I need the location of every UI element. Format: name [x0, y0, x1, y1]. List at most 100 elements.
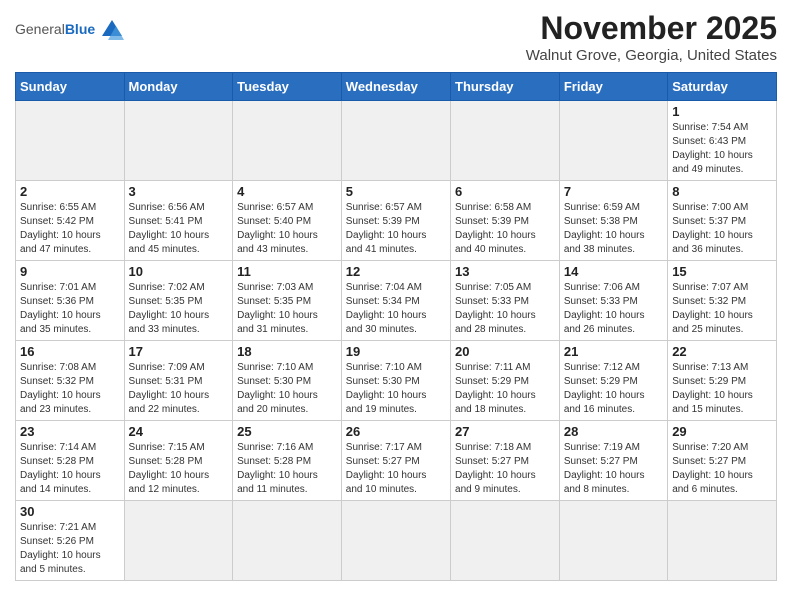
day-info: Sunrise: 7:10 AM Sunset: 5:30 PM Dayligh…: [237, 361, 337, 417]
calendar-cell: 12 Sunrise: 7:04 AM Sunset: 5:34 PM Dayli…: [341, 261, 450, 341]
day-number: 15: [672, 264, 772, 279]
day-info: Sunrise: 7:02 AM Sunset: 5:35 PM Dayligh…: [129, 281, 229, 337]
day-number: 21: [564, 344, 663, 359]
calendar-cell: [451, 501, 560, 581]
calendar-cell: [124, 501, 233, 581]
calendar-cell: 6 Sunrise: 6:58 AM Sunset: 5:39 PM Daylig…: [451, 181, 560, 261]
day-info: Sunrise: 6:55 AM Sunset: 5:42 PM Dayligh…: [20, 201, 120, 257]
day-number: 25: [237, 424, 337, 439]
calendar-cell: [559, 501, 667, 581]
calendar-cell: 4 Sunrise: 6:57 AM Sunset: 5:40 PM Daylig…: [233, 181, 342, 261]
calendar-week-5: 30 Sunrise: 7:21 AM Sunset: 5:26 PM Dayli…: [16, 501, 777, 581]
calendar-cell: 3 Sunrise: 6:56 AM Sunset: 5:41 PM Daylig…: [124, 181, 233, 261]
calendar-week-3: 16Sunrise: 7:08 AM Sunset: 5:32 PM Dayli…: [16, 341, 777, 421]
day-number: 17: [129, 344, 229, 359]
calendar-cell: 10 Sunrise: 7:02 AM Sunset: 5:35 PM Dayli…: [124, 261, 233, 341]
day-info: Sunrise: 7:14 AM Sunset: 5:28 PM Dayligh…: [20, 441, 120, 497]
day-number: 6: [455, 184, 555, 199]
day-info: Sunrise: 7:03 AM Sunset: 5:35 PM Dayligh…: [237, 281, 337, 337]
calendar-cell: 26 Sunrise: 7:17 AM Sunset: 5:27 PM Dayli…: [341, 421, 450, 501]
day-info: Sunrise: 7:12 AM Sunset: 5:29 PM Dayligh…: [564, 361, 663, 417]
day-number: 18: [237, 344, 337, 359]
logo-general: General: [15, 21, 65, 37]
day-number: 2: [20, 184, 120, 199]
day-number: 19: [346, 344, 446, 359]
day-info: Sunrise: 6:58 AM Sunset: 5:39 PM Dayligh…: [455, 201, 555, 257]
calendar-header-friday: Friday: [559, 73, 667, 101]
day-info: Sunrise: 7:05 AM Sunset: 5:33 PM Dayligh…: [455, 281, 555, 337]
day-number: 29: [672, 424, 772, 439]
day-number: 13: [455, 264, 555, 279]
day-info: Sunrise: 7:54 AM Sunset: 6:43 PM Dayligh…: [672, 121, 772, 177]
day-number: 12: [346, 264, 446, 279]
calendar-cell: 20Sunrise: 7:11 AM Sunset: 5:29 PM Dayli…: [451, 341, 560, 421]
day-info: Sunrise: 7:18 AM Sunset: 5:27 PM Dayligh…: [455, 441, 555, 497]
day-number: 10: [129, 264, 229, 279]
calendar-cell: 19 Sunrise: 7:10 AM Sunset: 5:30 PM Dayli…: [341, 341, 450, 421]
calendar-cell: 24 Sunrise: 7:15 AM Sunset: 5:28 PM Dayli…: [124, 421, 233, 501]
day-info: Sunrise: 7:04 AM Sunset: 5:34 PM Dayligh…: [346, 281, 446, 337]
day-number: 4: [237, 184, 337, 199]
day-number: 24: [129, 424, 229, 439]
day-number: 26: [346, 424, 446, 439]
day-info: Sunrise: 7:07 AM Sunset: 5:32 PM Dayligh…: [672, 281, 772, 337]
calendar-cell: 16Sunrise: 7:08 AM Sunset: 5:32 PM Dayli…: [16, 341, 125, 421]
day-number: 7: [564, 184, 663, 199]
day-info: Sunrise: 7:11 AM Sunset: 5:29 PM Dayligh…: [455, 361, 555, 417]
day-number: 5: [346, 184, 446, 199]
calendar-cell: [124, 101, 233, 181]
day-number: 27: [455, 424, 555, 439]
calendar-cell: 29Sunrise: 7:20 AM Sunset: 5:27 PM Dayli…: [668, 421, 777, 501]
calendar-cell: 5 Sunrise: 6:57 AM Sunset: 5:39 PM Daylig…: [341, 181, 450, 261]
calendar-cell: 13 Sunrise: 7:05 AM Sunset: 5:33 PM Dayli…: [451, 261, 560, 341]
day-info: Sunrise: 7:15 AM Sunset: 5:28 PM Dayligh…: [129, 441, 229, 497]
day-info: Sunrise: 7:13 AM Sunset: 5:29 PM Dayligh…: [672, 361, 772, 417]
day-info: Sunrise: 6:57 AM Sunset: 5:39 PM Dayligh…: [346, 201, 446, 257]
calendar-week-0: 1 Sunrise: 7:54 AM Sunset: 6:43 PM Daylig…: [16, 101, 777, 181]
calendar-cell: [559, 101, 667, 181]
day-info: Sunrise: 6:56 AM Sunset: 5:41 PM Dayligh…: [129, 201, 229, 257]
day-info: Sunrise: 7:09 AM Sunset: 5:31 PM Dayligh…: [129, 361, 229, 417]
calendar-header-sunday: Sunday: [16, 73, 125, 101]
day-info: Sunrise: 6:57 AM Sunset: 5:40 PM Dayligh…: [237, 201, 337, 257]
calendar-header-row: SundayMondayTuesdayWednesdayThursdayFrid…: [16, 73, 777, 101]
title-section: November 2025 Walnut Grove, Georgia, Uni…: [526, 10, 777, 64]
calendar-header-saturday: Saturday: [668, 73, 777, 101]
day-info: Sunrise: 7:01 AM Sunset: 5:36 PM Dayligh…: [20, 281, 120, 337]
calendar-cell: 14Sunrise: 7:06 AM Sunset: 5:33 PM Dayli…: [559, 261, 667, 341]
day-number: 3: [129, 184, 229, 199]
day-number: 8: [672, 184, 772, 199]
calendar-cell: 9 Sunrise: 7:01 AM Sunset: 5:36 PM Daylig…: [16, 261, 125, 341]
calendar-header-tuesday: Tuesday: [233, 73, 342, 101]
header: GeneralBlue November 2025 Walnut Grove, …: [15, 10, 777, 64]
day-number: 23: [20, 424, 120, 439]
calendar-cell: 22Sunrise: 7:13 AM Sunset: 5:29 PM Dayli…: [668, 341, 777, 421]
day-info: Sunrise: 7:10 AM Sunset: 5:30 PM Dayligh…: [346, 361, 446, 417]
day-info: Sunrise: 7:17 AM Sunset: 5:27 PM Dayligh…: [346, 441, 446, 497]
calendar-cell: 23 Sunrise: 7:14 AM Sunset: 5:28 PM Dayli…: [16, 421, 125, 501]
calendar-cell: 18 Sunrise: 7:10 AM Sunset: 5:30 PM Dayli…: [233, 341, 342, 421]
calendar-cell: 25 Sunrise: 7:16 AM Sunset: 5:28 PM Dayli…: [233, 421, 342, 501]
calendar: SundayMondayTuesdayWednesdayThursdayFrid…: [15, 72, 777, 581]
day-info: Sunrise: 7:16 AM Sunset: 5:28 PM Dayligh…: [237, 441, 337, 497]
day-number: 9: [20, 264, 120, 279]
calendar-cell: 7Sunrise: 6:59 AM Sunset: 5:38 PM Daylig…: [559, 181, 667, 261]
calendar-cell: 21 Sunrise: 7:12 AM Sunset: 5:29 PM Dayli…: [559, 341, 667, 421]
day-number: 1: [672, 104, 772, 119]
calendar-cell: [233, 101, 342, 181]
day-info: Sunrise: 7:21 AM Sunset: 5:26 PM Dayligh…: [20, 521, 120, 577]
calendar-cell: 8 Sunrise: 7:00 AM Sunset: 5:37 PM Daylig…: [668, 181, 777, 261]
location-title: Walnut Grove, Georgia, United States: [526, 47, 777, 64]
calendar-week-2: 9 Sunrise: 7:01 AM Sunset: 5:36 PM Daylig…: [16, 261, 777, 341]
calendar-cell: [16, 101, 125, 181]
logo-blue: Blue: [65, 21, 95, 37]
calendar-cell: [451, 101, 560, 181]
calendar-cell: 30 Sunrise: 7:21 AM Sunset: 5:26 PM Dayli…: [16, 501, 125, 581]
day-number: 14: [564, 264, 663, 279]
day-info: Sunrise: 7:00 AM Sunset: 5:37 PM Dayligh…: [672, 201, 772, 257]
day-number: 11: [237, 264, 337, 279]
calendar-cell: 11 Sunrise: 7:03 AM Sunset: 5:35 PM Dayli…: [233, 261, 342, 341]
calendar-cell: 28Sunrise: 7:19 AM Sunset: 5:27 PM Dayli…: [559, 421, 667, 501]
day-number: 30: [20, 504, 120, 519]
calendar-header-thursday: Thursday: [451, 73, 560, 101]
